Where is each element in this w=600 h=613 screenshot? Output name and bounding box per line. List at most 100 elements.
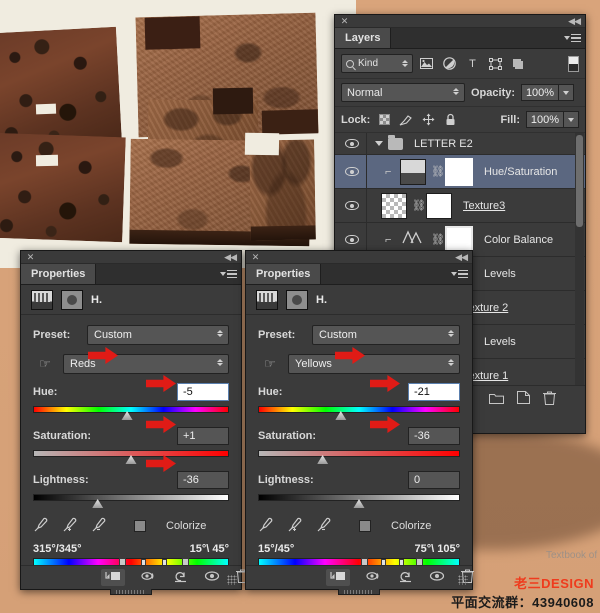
properties-right-titlebar[interactable]: ✕ ◀◀ [246,251,472,264]
lock-position-icon[interactable] [420,112,436,127]
tab-properties[interactable]: Properties [246,264,322,284]
saturation-input[interactable]: -36 [408,427,460,445]
reset-icon[interactable] [173,570,188,586]
close-icon[interactable]: ✕ [26,253,35,262]
eyedropper-add-icon[interactable] [287,517,302,535]
hue-row[interactable]: Hue: -21 [258,383,460,401]
fill-value[interactable]: 100% [526,111,564,128]
link-icon[interactable]: ⛓ [412,199,426,212]
properties-right-footer[interactable] [246,565,474,589]
toggle-previous-state-icon[interactable] [366,570,382,585]
lock-row[interactable]: Lock: Fill: 100% [335,107,585,133]
panel-menu-icon[interactable] [220,268,237,280]
preset-select[interactable]: Custom [87,325,229,345]
panel-drag-notch[interactable] [338,589,380,595]
properties-right-tabstrip[interactable]: Properties [246,264,472,285]
disclosure-triangle-icon[interactable] [375,141,383,146]
eyedropper-icon[interactable] [33,517,48,535]
lightness-slider[interactable] [33,491,229,508]
properties-left-titlebar[interactable]: ✕ ◀◀ [21,251,241,264]
tab-layers[interactable]: Layers [335,28,392,48]
hue-saturation-icon[interactable] [256,289,278,310]
layers-scrollbar[interactable] [575,133,584,385]
close-icon[interactable]: ✕ [340,17,349,26]
tab-properties[interactable]: Properties [21,264,97,284]
collapse-icon[interactable]: ◀◀ [455,253,468,262]
eyedropper-row[interactable]: Colorize [258,517,460,535]
channel-row[interactable]: ☞ Reds [33,354,229,374]
hue-saturation-icon[interactable] [31,289,53,310]
on-image-adjustment-icon[interactable]: ☞ [33,354,57,374]
new-layer-icon[interactable] [517,391,530,404]
hue-slider[interactable] [33,403,229,420]
properties-panel-left[interactable]: ✕ ◀◀ Properties H. Preset: Custom ☞ Reds [20,250,249,595]
saturation-row[interactable]: Saturation: -36 [258,427,460,445]
eyedropper-subtract-icon[interactable] [316,517,331,535]
eyedropper-row[interactable]: Colorize [33,517,229,535]
lock-transparent-pixels-icon[interactable] [376,112,392,127]
toggle-visibility-icon[interactable] [204,570,220,585]
saturation-slider[interactable] [33,447,229,464]
type-layer-filter-icon[interactable]: T [463,55,482,73]
new-group-icon[interactable] [489,392,504,404]
smart-object-filter-icon[interactable] [509,55,528,73]
eyedropper-icon[interactable] [258,517,273,535]
hue-slider[interactable] [258,403,460,420]
adjustment-mask-icon[interactable] [286,289,308,310]
link-icon[interactable]: ⛓ [431,233,445,246]
panel-menu-icon[interactable] [564,32,581,44]
channel-select[interactable]: Reds [63,354,229,374]
layer-filter-row[interactable]: Kind T [335,49,585,79]
opacity-value[interactable]: 100% [521,84,560,101]
properties-left-footer[interactable] [21,565,249,589]
saturation-input[interactable]: +1 [177,427,229,445]
close-icon[interactable]: ✕ [251,253,260,262]
scrollbar-thumb[interactable] [576,135,583,227]
layer-row-group[interactable]: LETTER E2 [335,133,585,155]
lock-all-icon[interactable] [442,112,458,127]
opacity-dropdown-icon[interactable] [559,84,575,101]
delete-layer-icon[interactable] [543,391,556,405]
properties-panel-right[interactable]: ✕ ◀◀ Properties H. Preset: Custom ☞ Yell… [245,250,600,595]
blend-mode-select[interactable]: Normal [341,83,465,102]
clip-to-layer-icon[interactable] [326,569,350,586]
link-icon[interactable]: ⛓ [431,165,445,178]
collapse-icon[interactable]: ◀◀ [224,253,237,262]
preset-row[interactable]: Preset: Custom [33,325,229,345]
hue-row[interactable]: Hue: -5 [33,383,229,401]
properties-left-tabstrip[interactable]: Properties [21,264,241,285]
layer-visibility-toggle[interactable] [337,133,367,154]
hue-input[interactable]: -21 [408,383,460,401]
panel-menu-icon[interactable] [451,268,468,280]
channel-row[interactable]: ☞ Yellows [258,354,460,374]
lightness-slider[interactable] [258,491,460,508]
saturation-slider[interactable] [258,447,460,464]
lightness-input[interactable]: -36 [177,471,229,489]
layer-row-hue-saturation[interactable]: ⌐ ⛓ Hue/Saturation [335,155,585,189]
layers-panel-titlebar[interactable]: ✕ ◀◀ [335,15,585,28]
lightness-row[interactable]: Lightness: -36 [33,471,229,489]
on-image-adjustment-icon[interactable]: ☞ [258,354,282,374]
saturation-row[interactable]: Saturation: +1 [33,427,229,445]
colorize-checkbox[interactable] [359,520,371,532]
channel-select[interactable]: Yellows [288,354,460,374]
filter-kind-select[interactable]: Kind [341,54,413,73]
layer-thumbnail[interactable] [381,192,407,219]
fill-dropdown-icon[interactable] [564,111,579,128]
preset-select[interactable]: Custom [312,325,460,345]
layers-tabstrip[interactable]: Layers [335,28,585,49]
hue-input[interactable]: -5 [177,383,229,401]
panel-drag-notch[interactable] [110,589,152,595]
lightness-row[interactable]: Lightness: 0 [258,471,460,489]
blend-mode-row[interactable]: Normal Opacity: 100% [335,79,585,107]
colorize-checkbox[interactable] [134,520,146,532]
layer-visibility-toggle[interactable] [337,155,367,188]
resize-grip[interactable] [227,575,237,585]
reset-icon[interactable] [398,570,413,586]
pixel-layer-filter-icon[interactable] [417,55,436,73]
collapse-icon[interactable]: ◀◀ [568,17,581,26]
adjustment-layer-filter-icon[interactable] [440,55,459,73]
toggle-previous-state-icon[interactable] [141,570,157,585]
filter-toggle-switch-icon[interactable] [568,55,579,72]
layer-visibility-toggle[interactable] [337,189,367,222]
